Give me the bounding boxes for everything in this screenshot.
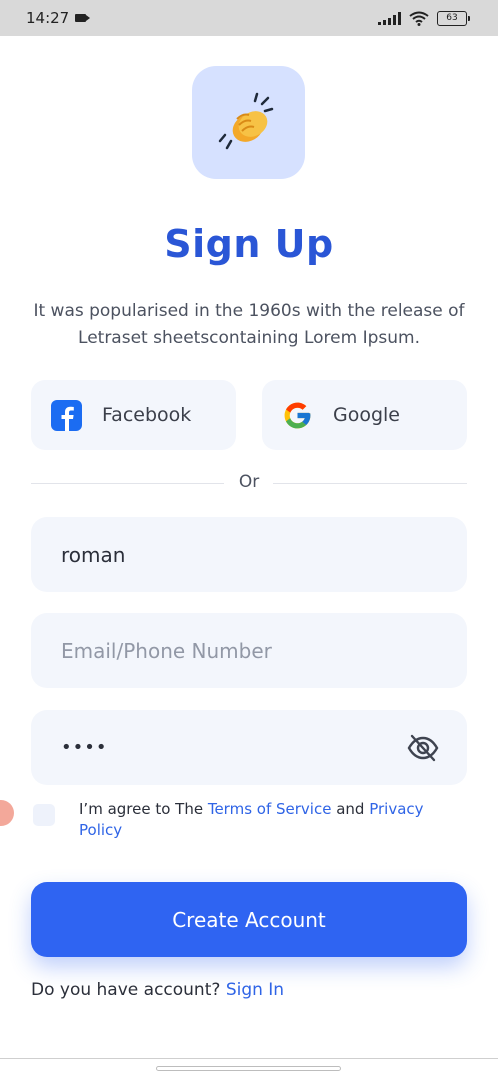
status-time: 14:27	[26, 9, 70, 27]
status-right: 63	[378, 10, 470, 26]
email-input[interactable]	[61, 638, 391, 663]
terms-text: I’m agree to The Terms of Service and Pr…	[79, 799, 469, 841]
facebook-icon	[51, 399, 82, 431]
sign-in-prompt: Do you have account? Sign In	[31, 980, 284, 1000]
battery-icon: 63	[437, 10, 470, 26]
sign-in-question: Do you have account?	[31, 980, 226, 1000]
sign-in-link[interactable]: Sign In	[226, 980, 284, 1000]
video-camera-icon	[75, 14, 91, 22]
battery-level: 63	[437, 10, 467, 26]
google-button-label: Google	[333, 404, 401, 426]
terms-prefix: I’m agree to The	[79, 800, 208, 818]
email-field[interactable]	[31, 613, 467, 688]
password-value[interactable]: ••••	[61, 737, 107, 758]
status-left: 14:27	[26, 9, 91, 27]
terms-of-service-link[interactable]: Terms of Service	[208, 800, 332, 818]
signal-icon	[378, 11, 401, 25]
eye-off-icon[interactable]	[407, 732, 439, 764]
google-button[interactable]: Google	[262, 380, 467, 450]
nav-bar-divider	[0, 1058, 498, 1059]
facebook-button-label: Facebook	[102, 404, 192, 426]
create-account-button[interactable]: Create Account	[31, 882, 467, 957]
password-field[interactable]: ••••	[31, 710, 467, 785]
wifi-icon	[409, 11, 429, 26]
page-title: Sign Up	[164, 222, 334, 266]
clapping-hands-icon	[218, 92, 273, 149]
divider-label: Or	[238, 472, 260, 492]
terms-middle: and	[331, 800, 370, 818]
touch-indicator	[0, 800, 14, 826]
app-logo	[192, 66, 305, 179]
facebook-button[interactable]: Facebook	[31, 380, 236, 450]
page-subtitle: It was popularised in the 1960s with the…	[33, 301, 465, 348]
name-field[interactable]	[31, 517, 467, 592]
google-icon	[284, 402, 311, 428]
terms-checkbox[interactable]	[33, 804, 55, 826]
divider-right	[273, 483, 467, 484]
name-input[interactable]	[61, 542, 391, 567]
home-indicator[interactable]	[156, 1066, 341, 1071]
status-bar: 14:27 63	[0, 0, 498, 36]
